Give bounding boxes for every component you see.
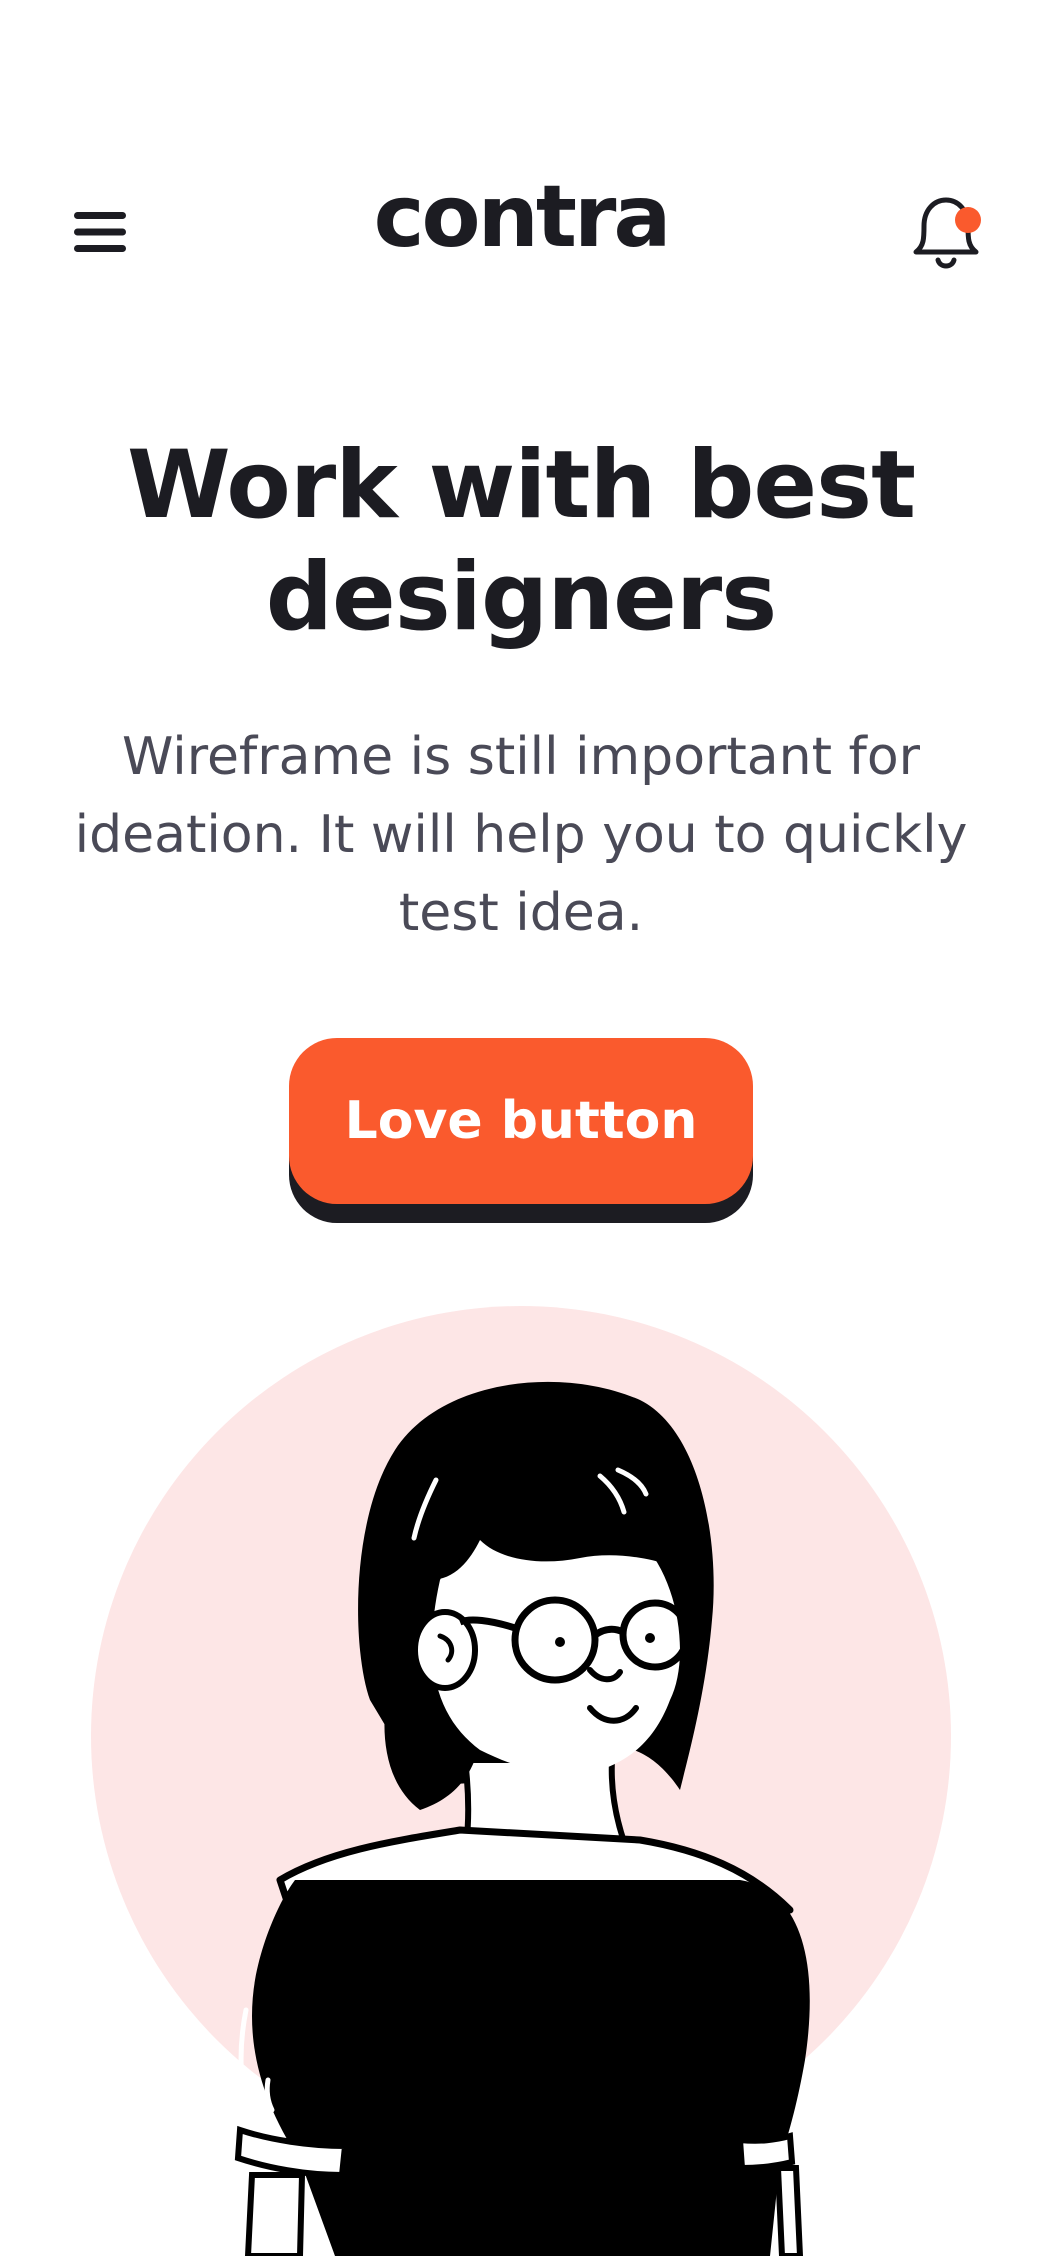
top-bar: contra bbox=[0, 150, 1042, 280]
bell-icon bbox=[913, 197, 981, 269]
right-sleeve-cuff bbox=[736, 2132, 796, 2172]
left-arm bbox=[244, 2172, 306, 2259]
hero-illustration bbox=[0, 1280, 1042, 2259]
black-top bbox=[252, 1880, 810, 2256]
right-arm bbox=[774, 2165, 804, 2259]
hero-subtitle: Wireframe is still important for ideatio… bbox=[74, 727, 968, 943]
love-button[interactable]: Love button bbox=[289, 1038, 753, 1204]
notification-dot bbox=[955, 207, 981, 233]
app-logo[interactable]: contra bbox=[0, 174, 1042, 260]
hero-title: Work with best designers bbox=[126, 431, 916, 652]
notifications-button[interactable] bbox=[900, 180, 990, 280]
